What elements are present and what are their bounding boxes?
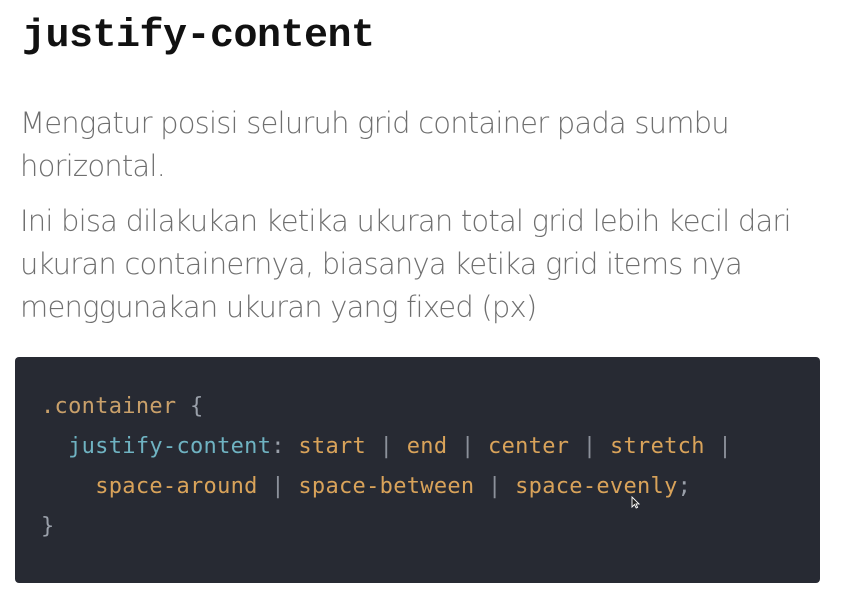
code-block: .container { justify-content: start | en…: [15, 357, 820, 583]
code-colon: :: [271, 434, 285, 459]
code-value: stretch: [609, 434, 705, 459]
page-title: justify-content: [22, 14, 375, 59]
code-value: space-evenly: [515, 474, 678, 499]
code-content: .container { justify-content: start | en…: [41, 387, 732, 547]
description-paragraph-1: Mengatur posisi seluruh grid container p…: [20, 106, 730, 183]
code-separator: |: [379, 434, 394, 459]
code-close-brace: }: [41, 514, 55, 539]
code-separator: |: [718, 434, 732, 459]
code-value: space-between: [298, 474, 475, 499]
code-separator: |: [460, 434, 475, 459]
code-value: end: [406, 434, 448, 459]
code-semicolon: ;: [677, 474, 692, 499]
code-selector: .container: [41, 394, 177, 419]
mouse-cursor-icon: [631, 496, 640, 509]
code-value: start: [298, 434, 367, 459]
code-property: justify-content: [68, 434, 272, 459]
code-separator: |: [271, 474, 285, 499]
code-separator: |: [582, 434, 597, 459]
code-value: center: [488, 434, 570, 459]
code-value: space-around: [95, 474, 258, 499]
description-paragraph-2: Ini bisa dilakukan ketika ukuran total g…: [20, 204, 792, 324]
code-separator: |: [488, 474, 502, 499]
code-open-brace: {: [190, 394, 204, 419]
